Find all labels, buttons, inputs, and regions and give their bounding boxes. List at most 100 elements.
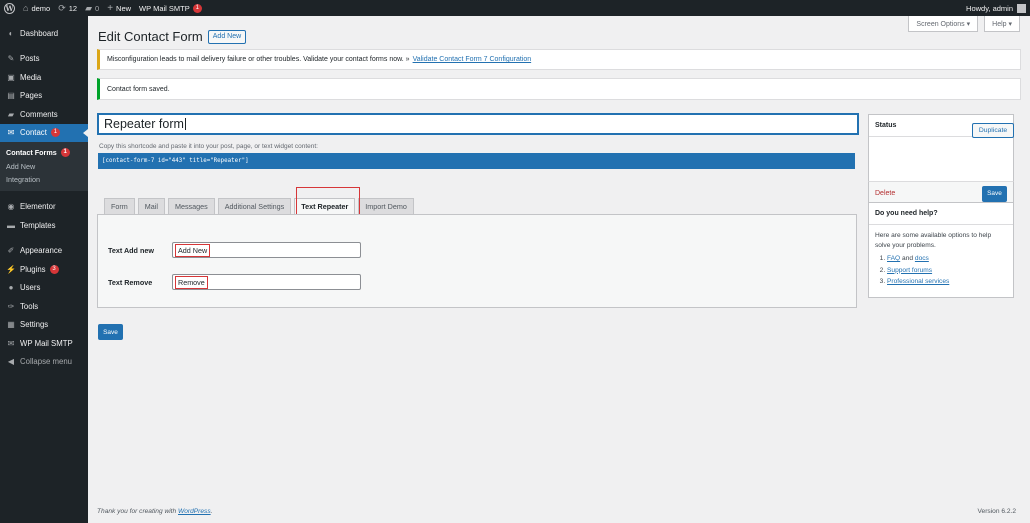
tab-additional-settings[interactable]: Additional Settings bbox=[217, 198, 292, 214]
tab-form[interactable]: Form bbox=[104, 198, 135, 214]
collapse-icon: ◀ bbox=[7, 357, 15, 367]
add-new-value: Add New bbox=[175, 243, 211, 257]
updates-menu[interactable]: ⟳ 12 bbox=[54, 0, 81, 16]
sidebar-item-appearance[interactable]: ✐ Appearance bbox=[0, 242, 88, 261]
pin-icon: ✎ bbox=[7, 54, 15, 64]
wrench-icon: ✑ bbox=[7, 301, 15, 311]
sidebar-item-label: Posts bbox=[20, 54, 40, 64]
help-body: Here are some available options to help … bbox=[869, 225, 1013, 297]
help-title: Do you need help? bbox=[869, 203, 1013, 225]
remove-field-row: Text Remove Remove bbox=[108, 274, 361, 290]
help-box: Do you need help? Here are some availabl… bbox=[868, 202, 1014, 298]
form-title-value: Repeater form bbox=[104, 117, 184, 131]
config-warning-notice: Misconfiguration leads to mail delivery … bbox=[97, 49, 1021, 70]
page-header: Edit Contact Form Add New bbox=[98, 29, 247, 44]
sidebar-item-label: Elementor bbox=[20, 202, 56, 212]
contact-forms-badge: 1 bbox=[60, 148, 70, 158]
plugins-badge: 3 bbox=[49, 264, 59, 274]
text-add-new-input[interactable]: Add New bbox=[172, 242, 361, 258]
wordpress-logo-icon: W bbox=[4, 2, 15, 14]
tab-mail[interactable]: Mail bbox=[137, 198, 165, 214]
new-content-menu[interactable]: + New bbox=[103, 0, 135, 16]
sidebar-item-tools[interactable]: ✑ Tools bbox=[0, 297, 88, 316]
comment-icon: ▰ bbox=[7, 109, 15, 119]
sidebar-item-label: Templates bbox=[20, 220, 56, 230]
professional-services-link[interactable]: Professional services bbox=[887, 278, 949, 285]
settings-icon: ▦ bbox=[7, 320, 15, 330]
sidebar-item-wp-mail-smtp[interactable]: ✉ WP Mail SMTP bbox=[0, 334, 88, 353]
plug-icon: ⚡ bbox=[6, 264, 16, 274]
sidebar-item-pages[interactable]: ▤ Pages bbox=[0, 87, 88, 106]
warning-text: Misconfiguration leads to mail delivery … bbox=[107, 56, 410, 63]
faq-link[interactable]: FAQ bbox=[887, 255, 900, 262]
sidebar-item-label: Pages bbox=[20, 91, 43, 101]
sidebar-item-comments[interactable]: ▰ Comments bbox=[0, 105, 88, 124]
pages-icon: ▤ bbox=[7, 91, 15, 101]
sidebar-item-plugins[interactable]: ⚡ Plugins 3 bbox=[0, 260, 88, 279]
support-forums-link[interactable]: Support forums bbox=[887, 267, 932, 274]
help-item-professional: Professional services bbox=[887, 277, 1007, 287]
sidebar-item-posts[interactable]: ✎ Posts bbox=[0, 50, 88, 69]
text-repeater-panel: Text Add new Add New Text Remove Remove bbox=[97, 214, 857, 308]
comments-menu[interactable]: ▰ 0 bbox=[81, 0, 103, 16]
plus-icon: + bbox=[107, 2, 114, 14]
sidebar-item-elementor[interactable]: ◉ Elementor bbox=[0, 198, 88, 217]
elementor-icon: ◉ bbox=[7, 202, 15, 212]
saved-text: Contact form saved. bbox=[107, 85, 170, 93]
submenu-add-new[interactable]: Add New bbox=[0, 160, 88, 174]
saved-notice: Contact form saved. bbox=[97, 78, 1021, 100]
wp-mail-smtp-menu[interactable]: WP Mail SMTP 1 bbox=[135, 0, 206, 16]
tab-import-demo[interactable]: Import Demo bbox=[358, 198, 414, 214]
delete-link[interactable]: Delete bbox=[875, 190, 895, 197]
wordpress-link[interactable]: WordPress bbox=[178, 508, 211, 515]
site-name: demo bbox=[31, 3, 51, 13]
tab-messages[interactable]: Messages bbox=[167, 198, 215, 214]
sidebar-item-media[interactable]: ▣ Media bbox=[0, 68, 88, 87]
wp-logo-menu[interactable]: W bbox=[0, 0, 19, 16]
sidebar-item-label: Contact bbox=[20, 128, 47, 138]
media-icon: ▣ bbox=[7, 72, 15, 82]
submenu-label: Add New bbox=[6, 161, 36, 171]
sidebar-item-label: WP Mail SMTP bbox=[20, 338, 73, 348]
footer-version: Version 6.2.2 bbox=[977, 508, 1017, 515]
docs-link[interactable]: docs bbox=[915, 255, 929, 262]
collapse-label: Collapse menu bbox=[20, 357, 73, 367]
submenu-contact-forms[interactable]: Contact Forms 1 bbox=[0, 146, 88, 160]
updates-icon: ⟳ bbox=[58, 2, 66, 13]
form-title-input[interactable]: Repeater form bbox=[98, 114, 858, 134]
duplicate-button[interactable]: Duplicate bbox=[972, 123, 1014, 138]
main-content: Edit Contact Form Add New Misconfigurati… bbox=[88, 16, 1030, 523]
collapse-menu[interactable]: ◀ Collapse menu bbox=[0, 353, 88, 372]
text-cursor bbox=[184, 118, 186, 130]
add-new-button[interactable]: Add New bbox=[207, 29, 247, 44]
text-remove-input[interactable]: Remove bbox=[172, 274, 361, 290]
comment-icon: ▰ bbox=[85, 2, 93, 13]
sidebar-item-label: Plugins bbox=[20, 264, 46, 274]
account-menu[interactable]: Howdy, admin bbox=[962, 0, 1030, 16]
comments-count: 0 bbox=[95, 3, 100, 13]
sidebar-item-label: Dashboard bbox=[20, 28, 59, 38]
sidebar-item-templates[interactable]: ▬ Templates bbox=[0, 216, 88, 235]
sidebar-item-users[interactable]: ● Users bbox=[0, 279, 88, 298]
sidebar-item-label: Tools bbox=[20, 301, 39, 311]
new-label: New bbox=[116, 3, 132, 13]
home-icon: ⌂ bbox=[23, 3, 29, 13]
add-new-field-row: Text Add new Add New bbox=[108, 242, 361, 258]
contact-submenu: Contact Forms 1 Add New Integration bbox=[0, 142, 88, 191]
howdy-text: Howdy, admin bbox=[966, 3, 1013, 13]
add-new-field-label: Text Add new bbox=[108, 245, 154, 255]
sidebar-item-settings[interactable]: ▦ Settings bbox=[0, 316, 88, 335]
page-title: Edit Contact Form bbox=[98, 29, 203, 44]
save-button[interactable]: Save bbox=[98, 324, 123, 340]
submenu-integration[interactable]: Integration bbox=[0, 173, 88, 187]
remove-value: Remove bbox=[175, 275, 208, 289]
admin-sidebar: ◐ Dashboard ✎ Posts ▣ Media ▤ Pages ▰ Comment… bbox=[0, 16, 88, 523]
site-name-menu[interactable]: ⌂ demo bbox=[19, 0, 54, 16]
sidebar-item-label: Users bbox=[20, 283, 41, 293]
sidebar-item-contact[interactable]: ✉ Contact 1 bbox=[0, 123, 88, 142]
shortcode-field[interactable]: [contact-form-7 id="443" title="Repeater… bbox=[98, 153, 855, 169]
smtp-label: WP Mail SMTP bbox=[139, 3, 190, 13]
validate-config-link[interactable]: Validate Contact Form 7 Configuration bbox=[413, 56, 532, 63]
status-save-button[interactable]: Save bbox=[982, 185, 1007, 202]
sidebar-item-dashboard[interactable]: ◐ Dashboard bbox=[0, 24, 88, 43]
